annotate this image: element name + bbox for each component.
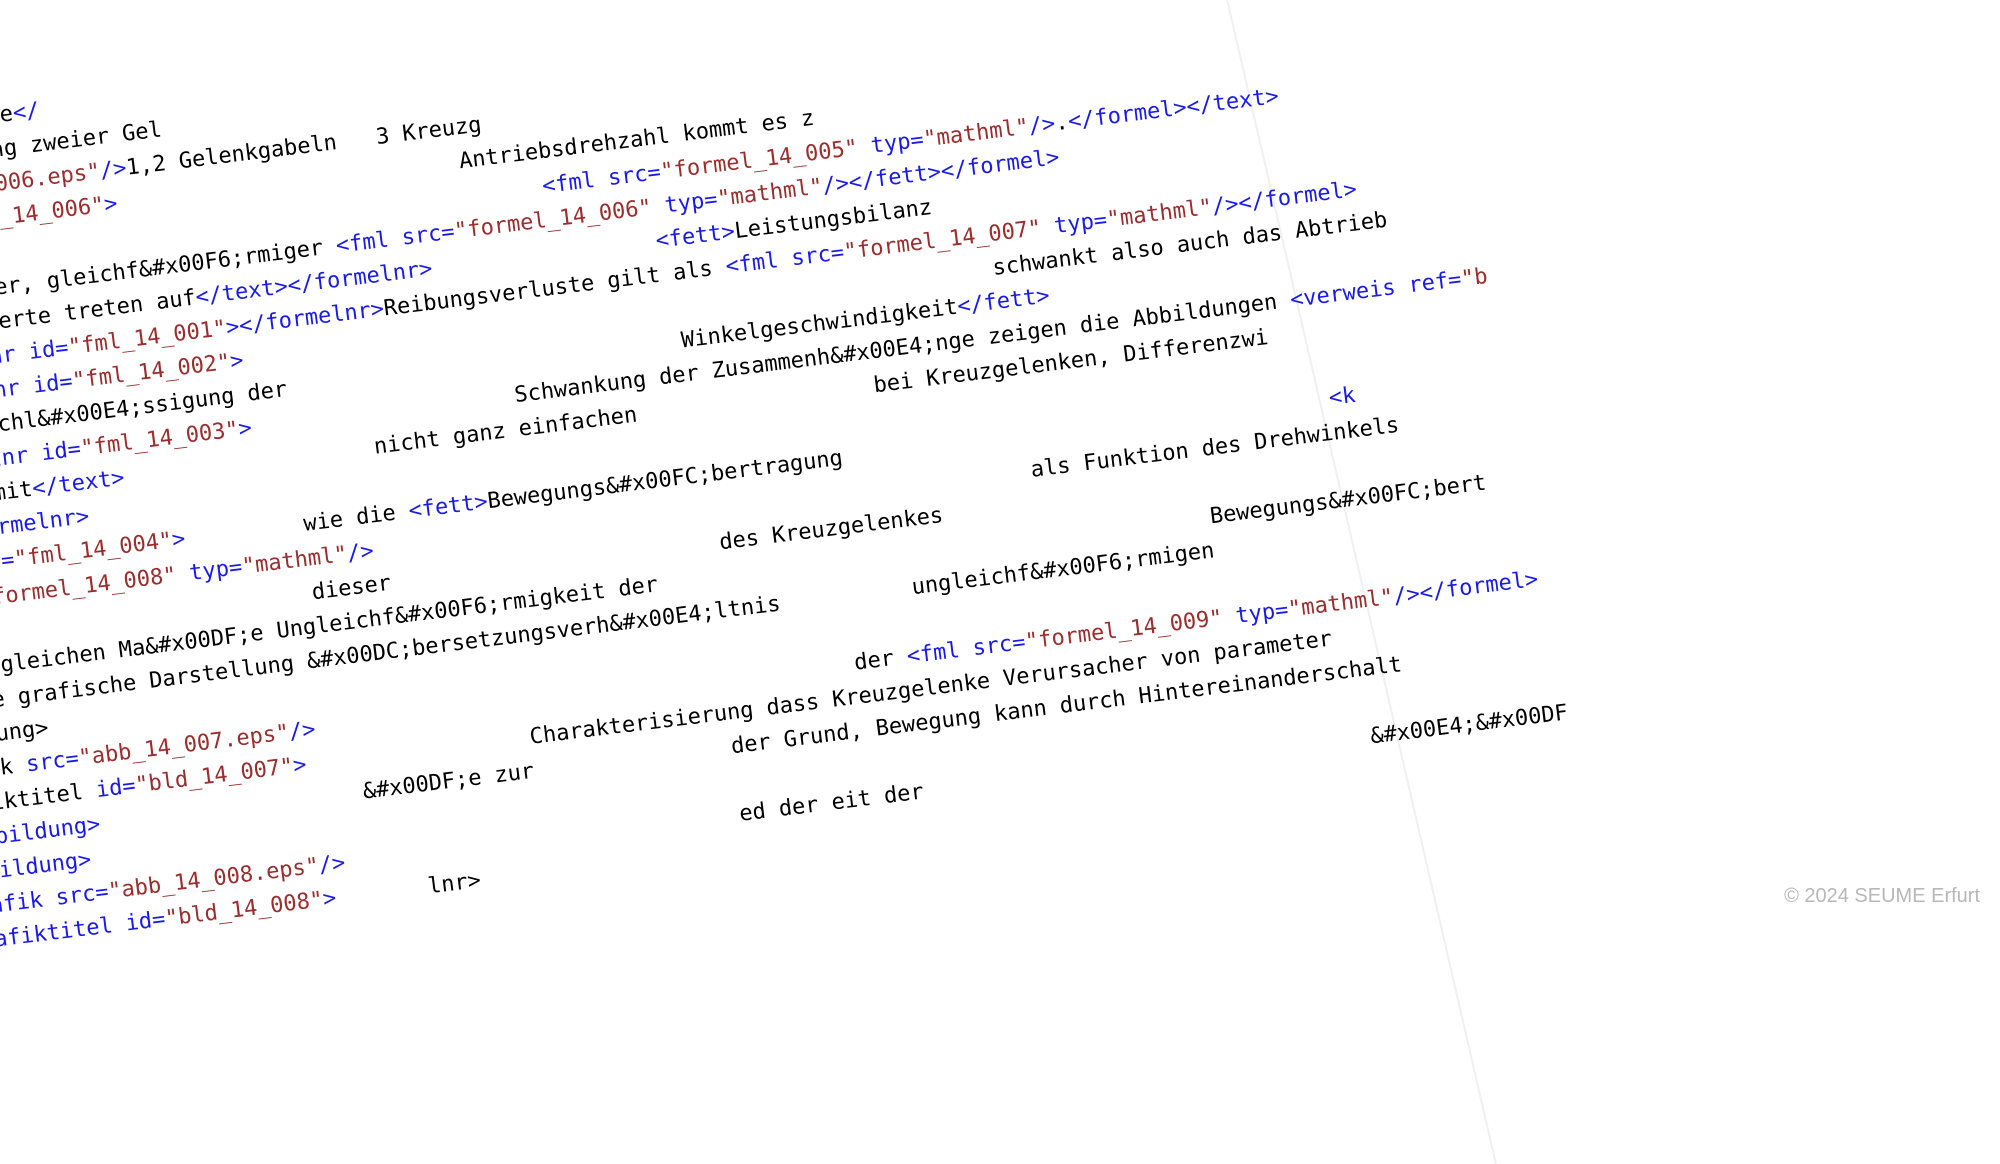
xml-tag: /> [1027, 111, 1056, 139]
xml-attr-name: typ= [869, 127, 925, 158]
xml-tag: <k [1328, 383, 1357, 411]
xml-attr-name: typ= [1234, 598, 1290, 629]
xml-tag: /> [288, 717, 317, 745]
xml-attr-value: "b [1460, 264, 1489, 292]
xml-attr-name: src= [606, 159, 662, 190]
xml-tag: <fett> [407, 490, 489, 525]
watermark-text: © 2024 SEUME Erfurt [1784, 885, 1980, 908]
xml-attr-name: src= [54, 880, 110, 911]
xml-attr-name: src= [400, 219, 456, 250]
xml-attr-name: typ= [1053, 208, 1109, 239]
xml-attr-name: src= [971, 630, 1027, 661]
xml-tag: </text> [31, 466, 126, 502]
xml-attr-name: ref= [1407, 267, 1463, 298]
text-run [1048, 282, 1064, 308]
code-viewport: Kreuzgelenke</ die Paarung zweier Gelc="… [0, 0, 2000, 963]
xml-attr-name: id= [27, 335, 70, 365]
xml-tag: <fml [541, 166, 610, 199]
xml-attr-name: typ= [663, 187, 719, 218]
xml-tag: <fml [905, 636, 974, 669]
xml-tag: </ [11, 98, 40, 126]
xml-attr-name: id= [95, 774, 138, 804]
xml-tag: <fml [724, 246, 793, 279]
xml-tag: /> [346, 538, 375, 566]
xml-attr-name: src= [790, 240, 846, 271]
xml-attr-name: id= [32, 369, 75, 399]
xml-attr-name: src= [25, 746, 81, 777]
xml-attr-name: id= [124, 907, 167, 937]
xml-tag: /> [99, 156, 128, 184]
xml-tag: /> [317, 851, 346, 879]
xml-tag: <fml [335, 226, 404, 259]
xml-attr-name: typ= [188, 554, 244, 585]
xml-tag: <fett> [654, 219, 736, 254]
xml-attr-name: id= [40, 437, 83, 467]
